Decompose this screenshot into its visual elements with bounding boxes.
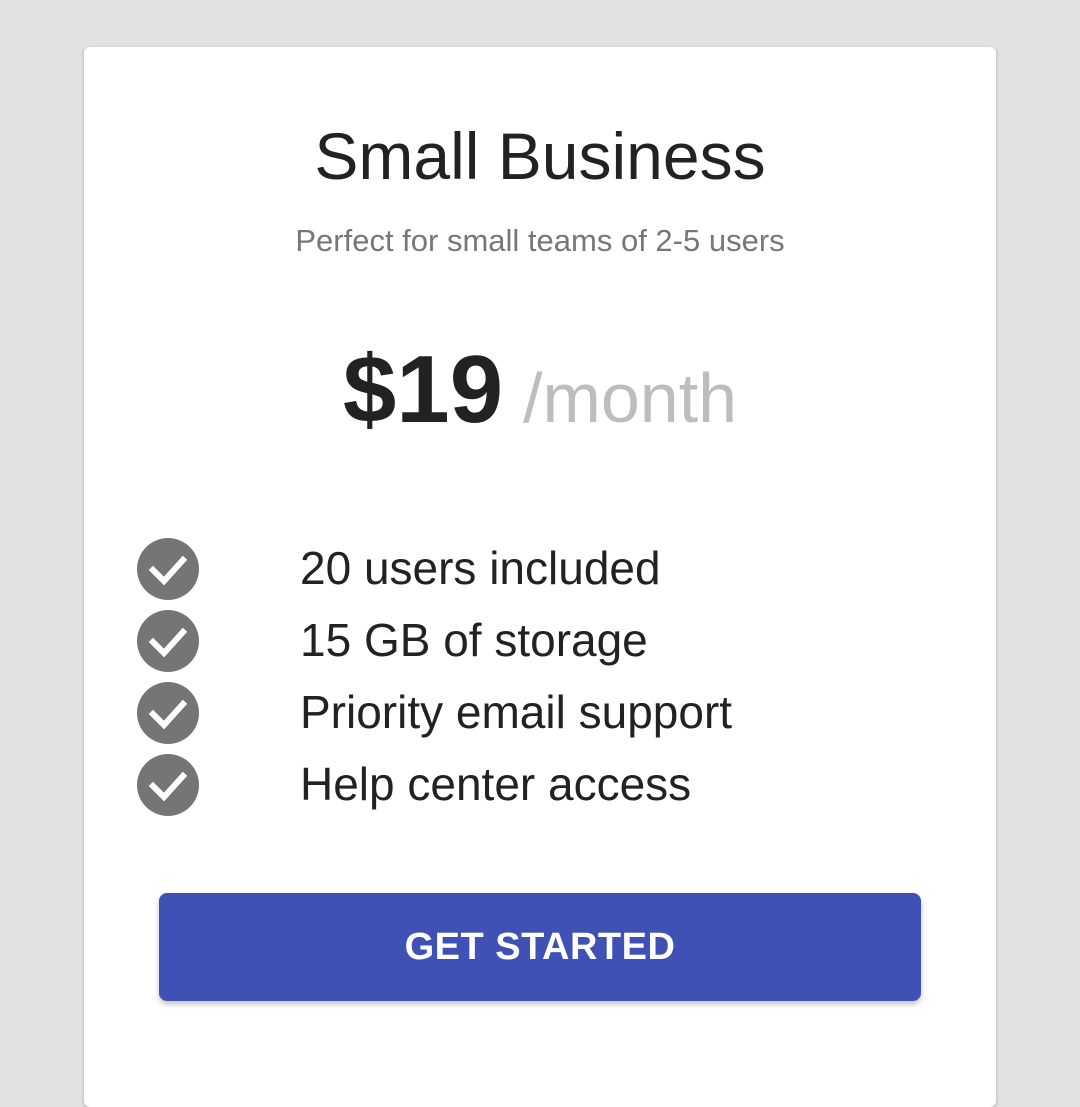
get-started-button[interactable]: GET STARTED — [159, 893, 921, 1001]
feature-label: Help center access — [300, 758, 692, 810]
price-row: $19/month — [84, 335, 996, 445]
check-circle-icon — [137, 610, 199, 672]
plan-name: Small Business — [314, 119, 766, 193]
price-period: /month — [523, 359, 738, 437]
check-circle-icon — [137, 754, 199, 816]
feature-label: Priority email support — [300, 686, 733, 738]
price-amount: $19 — [342, 336, 504, 443]
plan-description: Perfect for small teams of 2-5 users — [295, 223, 785, 258]
feature-list: 20 users included 15 GB of storage Prior… — [136, 537, 936, 825]
check-circle-icon — [137, 538, 199, 600]
feature-item: Help center access — [136, 753, 936, 825]
feature-item: 20 users included — [136, 537, 936, 609]
feature-item: 15 GB of storage — [136, 609, 936, 681]
feature-label: 20 users included — [300, 542, 661, 594]
pricing-card: Small Business Perfect for small teams o… — [84, 47, 996, 1107]
feature-label: 15 GB of storage — [300, 614, 648, 666]
feature-item: Priority email support — [136, 681, 936, 753]
check-circle-icon — [137, 682, 199, 744]
